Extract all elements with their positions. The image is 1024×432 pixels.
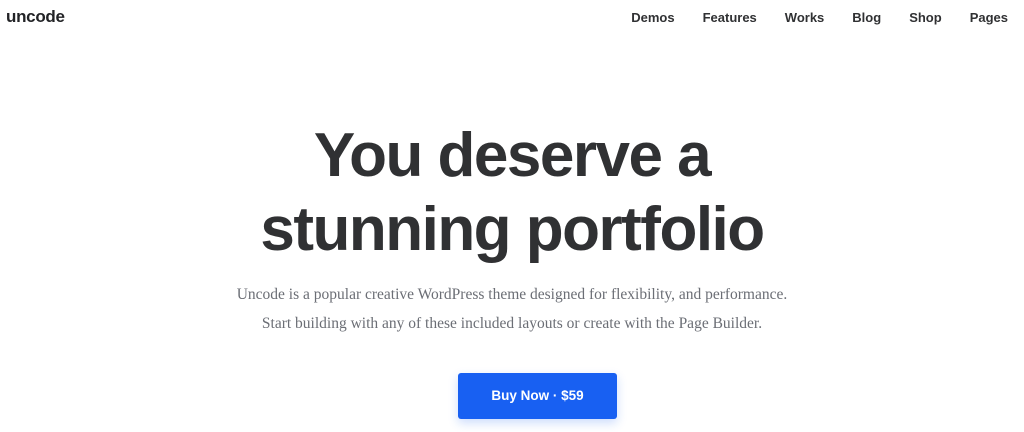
nav-item-blog[interactable]: Blog — [852, 10, 881, 26]
hero-title-line-1: You deserve a — [313, 121, 712, 190]
main-nav: Demos Features Works Blog Shop Pages — [603, 10, 1008, 26]
site-header: uncode Demos Features Works Blog Shop Pa… — [0, 0, 1024, 36]
nav-item-works[interactable]: Works — [785, 10, 825, 26]
nav-item-shop[interactable]: Shop — [909, 10, 942, 26]
hero-subtitle: Uncode is a popular creative WordPress t… — [0, 280, 1024, 338]
hero-title-line-2: stunning portfolio — [260, 195, 765, 264]
nav-item-pages[interactable]: Pages — [970, 10, 1008, 26]
hero-subtitle-line-1: Uncode is a popular creative WordPress t… — [236, 286, 788, 303]
nav-item-features[interactable]: Features — [703, 10, 757, 26]
nav-item-demos[interactable]: Demos — [631, 10, 674, 26]
site-logo[interactable]: uncode — [6, 7, 65, 27]
hero-title: You deserve a stunning portfolio — [0, 119, 1024, 267]
buy-now-button[interactable]: Buy Now · $59 — [458, 373, 617, 419]
hero-subtitle-line-2: Start building with any of these include… — [261, 315, 763, 332]
